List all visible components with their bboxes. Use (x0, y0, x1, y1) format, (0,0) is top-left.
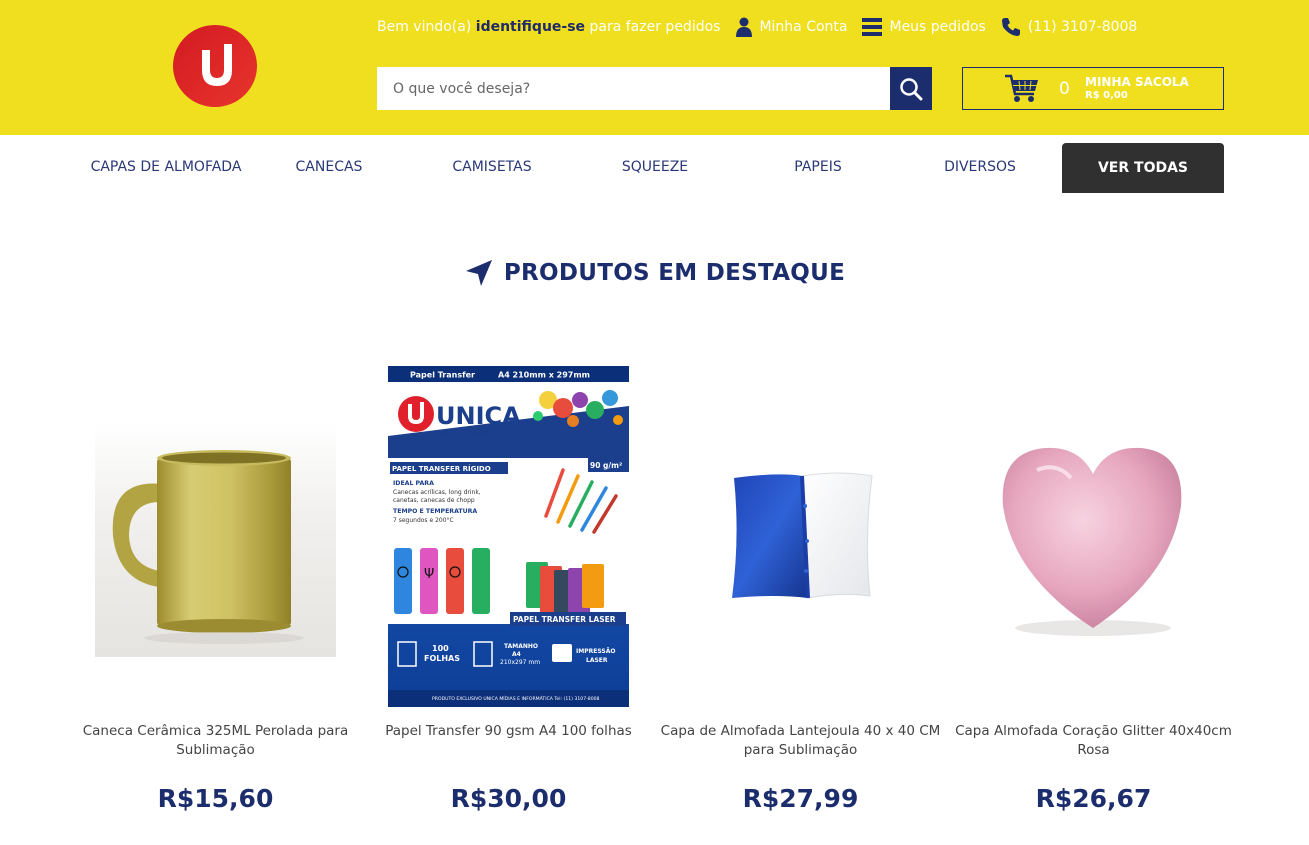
cart-total: R$ 0,00 (1085, 89, 1128, 101)
welcome-text: Bem vindo(a) identifique-se para fazer p… (377, 19, 720, 35)
phone-link[interactable]: (11) 3107-8008 (1001, 17, 1138, 37)
paper-feature-1-label: FOLHAS (424, 654, 460, 663)
welcome-suffix: para fazer pedidos (589, 19, 721, 35)
shopping-cart-icon (1005, 74, 1038, 102)
nav-item-camisetas[interactable]: CAMISETAS (412, 159, 572, 175)
my-account-label: Minha Conta (759, 19, 848, 35)
cart-button[interactable]: 0 MINHA SACOLA R$ 0,00 (962, 67, 1224, 110)
product-image[interactable]: Papel Transfer A4 210mm x 297mm UNICA MÍ… (388, 366, 629, 707)
paper-ideal-text-2: canetas, canecas de chopp (393, 497, 475, 504)
identify-link[interactable]: identifique-se (476, 19, 585, 35)
pink-heart-pillow-image (1002, 447, 1182, 636)
product-card[interactable]: Capa Almofada Coração Glitter 40x40cm Ro… (955, 366, 1232, 813)
product-image[interactable] (680, 366, 921, 707)
paper-brand-sub: MÍDIAS E INFORMÁTICA (440, 431, 499, 438)
nav-item-canecas[interactable]: CANECAS (249, 159, 409, 175)
paper-ideal-text-1: Canecas acrílicas, long drink, (393, 489, 481, 496)
view-all-button[interactable]: VER TODAS (1062, 143, 1224, 193)
paper-feature-1-number: 100 (432, 644, 449, 653)
gold-mug-image (95, 421, 336, 657)
user-icon (736, 17, 753, 37)
logo[interactable] (172, 24, 258, 108)
product-name[interactable]: Capa Almofada Coração Glitter 40x40cm Ro… (953, 722, 1234, 760)
svg-text:Ψ: Ψ (424, 567, 434, 582)
paper-laser-label: PAPEL TRANSFER LASER (513, 615, 616, 624)
product-image[interactable] (95, 366, 336, 707)
paper-feature-3-title: IMPRESSÃO (576, 648, 615, 655)
product-price: R$15,60 (157, 784, 274, 813)
product-card[interactable]: Capa de Almofada Lantejoula 40 x 40 CM p… (661, 366, 940, 813)
product-name[interactable]: Capa de Almofada Lantejoula 40 x 40 CM p… (660, 722, 941, 760)
my-orders-label: Meus pedidos (889, 19, 986, 35)
top-links: Bem vindo(a) identifique-se para fazer p… (377, 16, 1152, 38)
paper-temp-label: TEMPO E TEMPERATURA (393, 508, 477, 515)
category-nav: CAPAS DE ALMOFADA CANECAS CAMISETAS SQUE… (0, 135, 1309, 195)
search-button[interactable] (890, 67, 932, 110)
paper-gsm: 90 g/m² (590, 461, 622, 470)
phone-icon (1001, 18, 1020, 36)
product-name[interactable]: Caneca Cerâmica 325ML Perolada para Subl… (75, 722, 356, 760)
transfer-paper-package-image: Papel Transfer A4 210mm x 297mm UNICA MÍ… (388, 366, 629, 707)
nav-item-capas-de-almofada[interactable]: CAPAS DE ALMOFADA (86, 159, 246, 175)
search-icon (900, 77, 923, 100)
my-account-link[interactable]: Minha Conta (736, 17, 847, 37)
paper-heading: PAPEL TRANSFER RÍGIDO (392, 464, 491, 473)
product-name[interactable]: Papel Transfer 90 gsm A4 100 folhas (368, 722, 649, 741)
section-title-text: PRODUTOS EM DESTAQUE (503, 260, 846, 286)
paper-header-right: A4 210mm x 297mm (498, 371, 590, 380)
paper-feature-2-dims: 210x297 mm (500, 659, 540, 666)
welcome-prefix: Bem vindo(a) (377, 19, 472, 35)
product-image[interactable] (973, 366, 1214, 707)
sequin-pillow-image (732, 472, 873, 599)
my-orders-link[interactable]: Meus pedidos (862, 18, 986, 36)
paper-feature-3-type: LASER (586, 657, 608, 664)
search-input[interactable] (377, 67, 890, 110)
location-arrow-icon (465, 260, 492, 286)
nav-item-papeis[interactable]: PAPEIS (738, 159, 898, 175)
header: Bem vindo(a) identifique-se para fazer p… (0, 0, 1309, 135)
paper-footer: PRODUTO EXCLUSIVO UNICA MÍDIAS E INFORMÁ… (432, 695, 600, 702)
product-card[interactable]: Papel Transfer A4 210mm x 297mm UNICA MÍ… (385, 366, 632, 813)
menu-icon (862, 18, 883, 36)
featured-section-title: PRODUTOS EM DESTAQUE (0, 258, 1309, 288)
product-price: R$26,67 (1035, 784, 1152, 813)
phone-number: (11) 3107-8008 (1027, 19, 1138, 35)
paper-temp-text: 7 segundos e 200°C (393, 517, 454, 524)
paper-feature-2-title: TAMANHO (504, 643, 538, 650)
product-price: R$30,00 (450, 784, 567, 813)
paper-feature-2-size: A4 (512, 651, 521, 658)
product-card[interactable]: Caneca Cerâmica 325ML Perolada para Subl… (83, 366, 348, 813)
nav-item-diversos[interactable]: DIVERSOS (900, 159, 1060, 175)
product-price: R$27,99 (742, 784, 859, 813)
nav-item-squeeze[interactable]: SQUEEZE (575, 159, 735, 175)
search-bar (377, 67, 932, 110)
cart-count: 0 (1059, 78, 1070, 99)
cart-text: MINHA SACOLA R$ 0,00 (1085, 75, 1189, 103)
paper-ideal-label: IDEAL PARA (393, 480, 434, 487)
paper-brand: UNICA (436, 402, 521, 430)
cart-label: MINHA SACOLA (1085, 74, 1189, 89)
paper-header-left: Papel Transfer (410, 371, 475, 380)
